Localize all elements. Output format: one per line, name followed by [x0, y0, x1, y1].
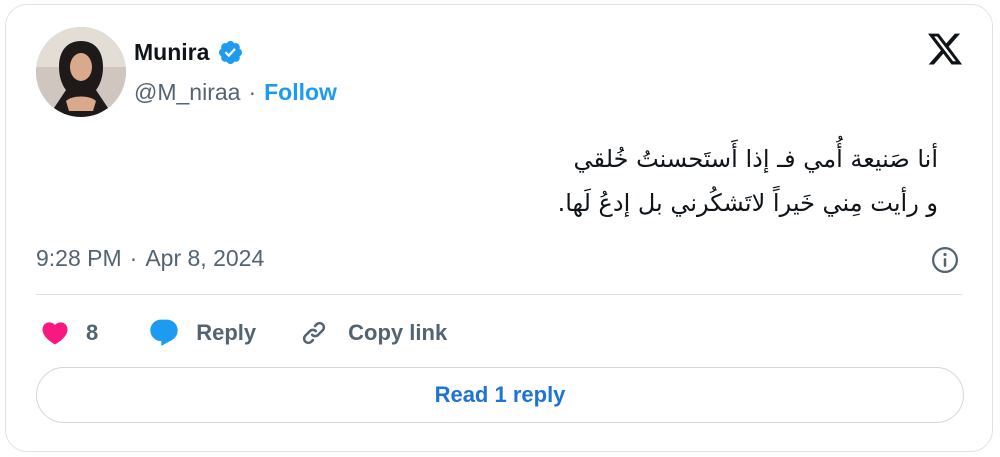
copy-link-button[interactable]: Copy link	[298, 317, 447, 349]
avatar-image	[36, 27, 126, 117]
tweet-date: Apr 8, 2024	[145, 245, 265, 271]
divider	[36, 294, 962, 295]
tweet-text-line: أنا صَنيعة أُمي فـ إذا أَستَحسنتُ خُلقي	[573, 145, 938, 173]
like-button[interactable]: 8	[40, 318, 98, 348]
tweet-card: Munira @M_niraa · Follow أنا صَنيعة أُمي…	[5, 4, 993, 452]
reply-bubble-icon	[150, 319, 178, 346]
tweet-time: 9:28 PM	[36, 245, 122, 271]
separator-dot: ·	[129, 245, 138, 271]
tweet-text-line: و رأيت مِني خَيراً لاتَشكُرني بل إدعُ لَ…	[557, 189, 938, 217]
x-logo-icon[interactable]	[926, 30, 964, 68]
tweet-text: أنا صَنيعة أُمي فـ إذا أَستَحسنتُ خُلقي …	[238, 137, 938, 225]
author-name-row: Munira	[134, 39, 244, 66]
reply-button[interactable]: Reply	[148, 317, 256, 349]
reply-label: Reply	[196, 320, 257, 345]
like-count: 8	[86, 320, 99, 345]
author-display-name[interactable]: Munira	[134, 39, 209, 66]
follow-button[interactable]: Follow	[264, 79, 337, 106]
avatar[interactable]	[36, 27, 126, 117]
read-replies-button[interactable]: Read 1 reply	[36, 367, 964, 423]
verified-badge-icon	[219, 40, 243, 65]
info-icon[interactable]	[930, 245, 960, 275]
author-handle[interactable]: @M_niraa	[134, 79, 240, 106]
heart-icon	[42, 322, 68, 345]
link-icon	[303, 321, 326, 345]
separator-dot: ·	[248, 79, 257, 105]
copy-link-label: Copy link	[348, 320, 448, 345]
author-handle-row: @M_niraa · Follow	[134, 79, 337, 106]
tweet-timestamp[interactable]: 9:28 PM · Apr 8, 2024	[36, 245, 264, 272]
action-bar: 8 Reply Copy link	[40, 311, 447, 355]
